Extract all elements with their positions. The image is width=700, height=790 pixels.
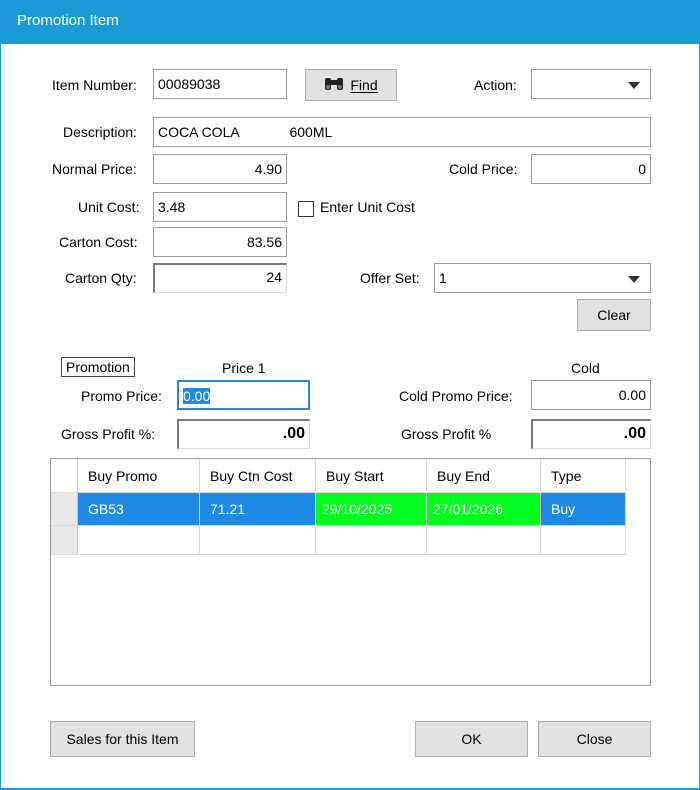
cold-header: Cold bbox=[571, 360, 600, 376]
ok-button[interactable]: OK bbox=[415, 721, 528, 757]
offer-set-dropdown[interactable]: 1 bbox=[434, 263, 651, 293]
item-number-field[interactable]: 00089038 bbox=[153, 69, 287, 99]
carton-cost-label: Carton Cost: bbox=[59, 234, 138, 250]
column-header-buy-start[interactable]: Buy Start bbox=[315, 459, 427, 493]
chevron-down-icon bbox=[628, 276, 640, 283]
table-row[interactable]: GB53 71.21 29/10/2025 27/01/2026 Buy bbox=[51, 492, 626, 526]
promotion-group-label: Promotion bbox=[61, 357, 135, 377]
cell-buy-promo[interactable]: GB53 bbox=[77, 492, 200, 526]
grid-header-row: Buy Promo Buy Ctn Cost Buy Start Buy End… bbox=[51, 459, 626, 493]
row-selector[interactable] bbox=[51, 492, 78, 526]
offer-set-label: Offer Set: bbox=[360, 270, 420, 286]
cold-promo-price-field[interactable]: 0.00 bbox=[531, 380, 651, 410]
action-dropdown[interactable] bbox=[531, 69, 651, 99]
normal-price-field[interactable]: 4.90 bbox=[153, 154, 287, 184]
sales-for-item-button[interactable]: Sales for this Item bbox=[50, 721, 195, 757]
cell-empty[interactable] bbox=[77, 525, 200, 555]
window-title: Promotion Item bbox=[17, 12, 119, 29]
carton-cost-field[interactable]: 83.56 bbox=[153, 227, 287, 257]
cell-empty[interactable] bbox=[315, 525, 427, 555]
find-button-label: Find bbox=[350, 77, 378, 93]
cell-buy-ctn-cost[interactable]: 71.21 bbox=[199, 492, 316, 526]
normal-price-label: Normal Price: bbox=[52, 161, 137, 177]
cold-gross-profit-field: .00 bbox=[531, 419, 651, 449]
carton-qty-field[interactable]: 24 bbox=[153, 263, 287, 293]
action-label: Action: bbox=[474, 77, 517, 93]
promotions-grid[interactable]: Buy Promo Buy Ctn Cost Buy Start Buy End… bbox=[50, 458, 651, 686]
chevron-down-icon bbox=[628, 82, 640, 89]
cell-empty[interactable] bbox=[426, 525, 541, 555]
cell-buy-start[interactable]: 29/10/2025 bbox=[315, 492, 427, 526]
enter-unit-cost-label: Enter Unit Cost bbox=[320, 199, 415, 215]
cell-empty[interactable] bbox=[199, 525, 316, 555]
cold-gross-profit-label: Gross Profit % bbox=[401, 426, 492, 442]
cell-buy-end[interactable]: 27/01/2026 bbox=[426, 492, 541, 526]
gross-profit-field: .00 bbox=[177, 419, 310, 449]
offer-set-value: 1 bbox=[439, 270, 447, 286]
cold-promo-price-label: Cold Promo Price: bbox=[399, 388, 513, 404]
price1-header: Price 1 bbox=[222, 360, 266, 376]
column-header-buy-ctn-cost[interactable]: Buy Ctn Cost bbox=[199, 459, 316, 493]
description-label: Description: bbox=[63, 124, 137, 140]
cell-empty[interactable] bbox=[540, 525, 626, 555]
promo-price-label: Promo Price: bbox=[81, 388, 162, 404]
gross-profit-label: Gross Profit %: bbox=[61, 426, 156, 442]
unit-cost-field[interactable]: 3.48 bbox=[153, 192, 287, 222]
close-button[interactable]: Close bbox=[538, 721, 651, 757]
carton-qty-label: Carton Qty: bbox=[65, 270, 137, 286]
cold-price-field[interactable]: 0 bbox=[531, 154, 651, 184]
promo-price-value: 0.00 bbox=[183, 388, 211, 404]
grid-corner bbox=[51, 459, 78, 493]
unit-cost-label: Unit Cost: bbox=[78, 199, 140, 215]
find-button[interactable]: Find bbox=[305, 69, 397, 101]
enter-unit-cost-checkbox[interactable] bbox=[298, 201, 314, 217]
cold-price-label: Cold Price: bbox=[449, 161, 518, 177]
cell-type[interactable]: Buy bbox=[540, 492, 626, 526]
window-border-left bbox=[0, 44, 1, 790]
column-header-buy-promo[interactable]: Buy Promo bbox=[77, 459, 200, 493]
description-field[interactable]: COCA COLA 600ML bbox=[153, 117, 651, 147]
column-header-type[interactable]: Type bbox=[540, 459, 626, 493]
binoculars-icon bbox=[324, 71, 344, 101]
row-selector[interactable] bbox=[51, 525, 78, 555]
promo-price-field[interactable]: 0.00 bbox=[177, 380, 310, 410]
clear-button[interactable]: Clear bbox=[577, 299, 651, 331]
column-header-buy-end[interactable]: Buy End bbox=[426, 459, 541, 493]
table-row-new[interactable] bbox=[51, 525, 626, 555]
item-number-label: Item Number: bbox=[52, 77, 137, 93]
